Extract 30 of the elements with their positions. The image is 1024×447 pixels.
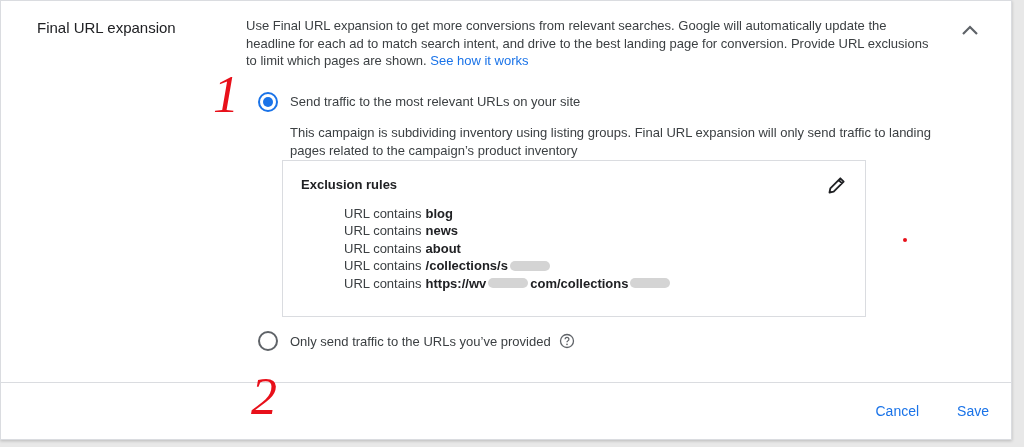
rule-label: URL contains xyxy=(344,274,422,292)
rule-value: news xyxy=(425,222,459,240)
redaction-blur xyxy=(509,260,550,271)
radio-button[interactable] xyxy=(258,91,278,112)
edit-icon[interactable] xyxy=(827,174,847,195)
description: Use Final URL expansion to get more conversions from relevant searches. Google will automatically update the headline for each ad to match search intent, and drive to the best landing page for conversion. Provide URL exclusions to limit which pages are shown. See how it works xyxy=(246,17,930,70)
footer-button[interactable]: Save xyxy=(945,395,1001,427)
rule-label: URL contains xyxy=(344,239,422,257)
handwritten-number: 2 xyxy=(251,371,277,423)
see-how-it-works-link[interactable]: See how it works xyxy=(430,53,529,68)
panel-title: Exclusion rules xyxy=(301,177,398,192)
help-icon[interactable] xyxy=(558,333,575,349)
footer-button[interactable]: Cancel xyxy=(863,395,932,427)
rule-value: com/collections xyxy=(530,274,629,292)
rule-value: /collections/s xyxy=(425,257,508,275)
option-label[interactable]: Only send traffic to the URLs you’ve provided xyxy=(290,333,551,349)
rule-value: about xyxy=(425,239,461,257)
info-text: This campaign is subdividing inventory using listing groups. Final URL expansion will only send traffic to landing pages related to the campaign’s product inventory xyxy=(290,123,932,160)
redaction-blur xyxy=(488,278,529,289)
rule-value: blog xyxy=(425,204,453,222)
rule-label: URL contains xyxy=(344,257,422,275)
section-title: Final URL expansion xyxy=(36,18,177,36)
rule-value: https://wv xyxy=(425,274,487,292)
annotation-dot xyxy=(903,238,907,242)
option-label[interactable]: Send traffic to the most relevant URLs on your site xyxy=(290,94,581,109)
handwritten-number: 1 xyxy=(213,69,239,121)
rule-label: URL contains xyxy=(344,222,422,240)
redaction-blur xyxy=(630,278,671,289)
radio-button[interactable] xyxy=(258,331,278,351)
rule-label: URL contains xyxy=(344,204,422,222)
